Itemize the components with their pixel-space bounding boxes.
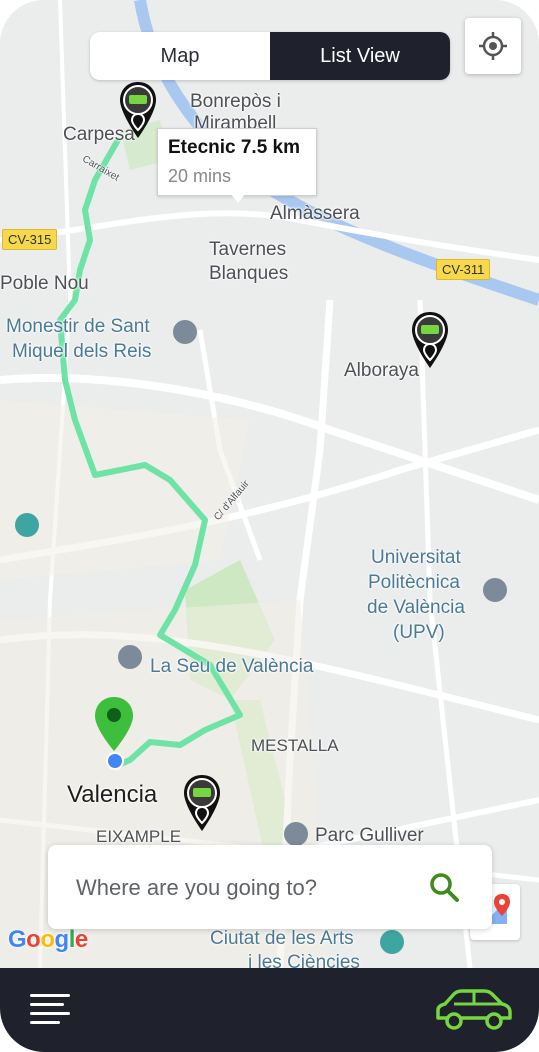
car-icon[interactable] [432,986,514,1034]
google-logo: Google [8,926,88,953]
poi-label: de València [367,597,465,618]
place-label: Bonrepòs i [190,91,281,112]
tooltip-duration: 20 mins [168,166,232,186]
poi-label: Politècnica [368,572,460,593]
place-label: Poble Nou [0,273,89,294]
place-label: Almàssera [270,203,360,224]
view-toggle: Map List View [90,32,450,80]
city-label: Valencia [67,781,158,808]
church-icon [118,645,142,669]
university-icon [483,578,507,602]
tooltip-tail [230,193,246,203]
poi-label: Universitat [371,547,461,568]
museum-icon [380,930,404,954]
locate-button[interactable] [465,18,521,74]
monastery-icon [173,320,197,344]
poi-label: Monestir de Sant [6,316,150,337]
poi-label: Ciutat de les Arts [210,928,354,949]
museum-icon [15,513,39,537]
place-label: Alboraya [344,360,419,381]
poi-label: La Seu de València [150,656,314,677]
road-shield: CV-311 [436,259,491,280]
tab-map[interactable]: Map [90,32,270,80]
route-info-tooltip: Etecnic 7.5 km 20 mins [157,128,317,203]
road-shield: CV-315 [2,229,58,250]
poi-label: (UPV) [393,622,445,643]
bottom-nav-bar [0,968,539,1052]
tab-list-view[interactable]: List View [270,32,450,80]
locate-icon [479,32,507,60]
search-icon[interactable] [428,871,460,903]
poi-label: Parc Gulliver [315,825,424,846]
park-icon [284,822,308,846]
map-view[interactable]: Bonrepòs i Mirambell Carpesa Almàssera T… [0,0,539,973]
phone-frame: Bonrepòs i Mirambell Carpesa Almàssera T… [0,0,539,1052]
place-label: Blanques [209,263,289,284]
place-label: MESTALLA [251,736,339,755]
tooltip-title: Etecnic 7.5 km [168,137,301,158]
poi-label: Miquel dels Reis [12,341,152,362]
search-input[interactable]: Where are you going to? [76,875,317,901]
menu-icon[interactable] [30,994,74,1028]
destination-search[interactable]: Where are you going to? [48,845,492,929]
place-label: Tavernes [209,239,287,260]
